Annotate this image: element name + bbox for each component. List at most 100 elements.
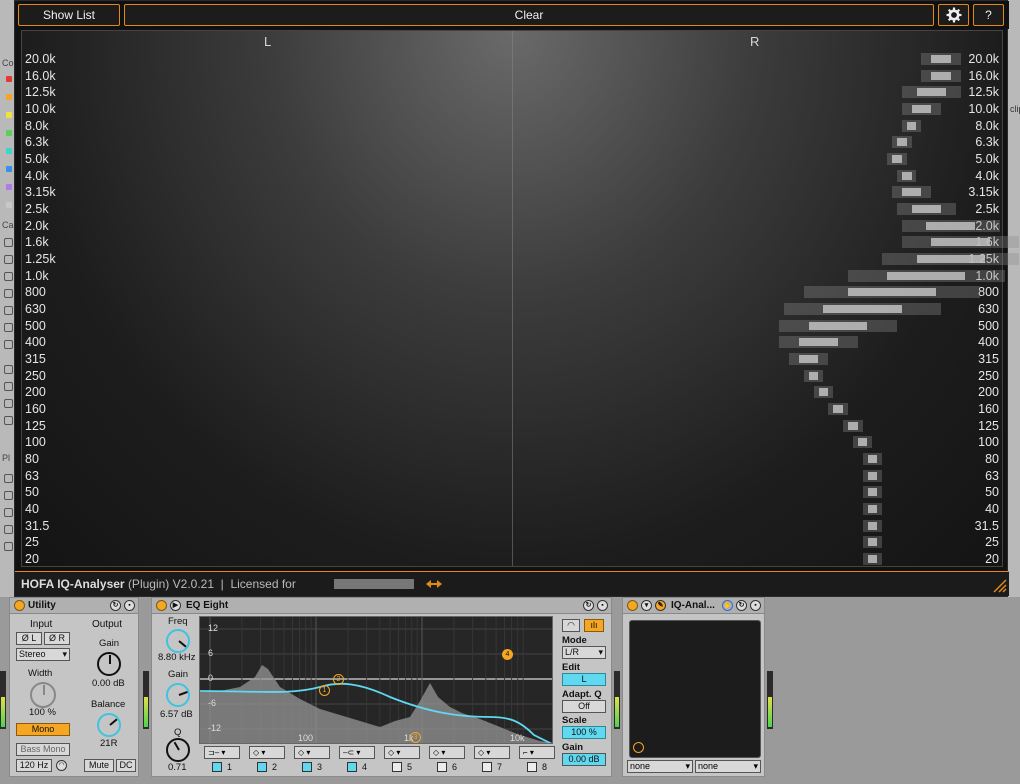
power-icon[interactable] xyxy=(627,600,638,611)
band-filter-select[interactable]: ◇ ▾ xyxy=(249,746,285,759)
save-icon[interactable]: ▪ xyxy=(124,600,135,611)
color-dot[interactable] xyxy=(6,112,12,118)
band-toggle[interactable] xyxy=(212,762,222,772)
mode-select[interactable]: L/R ▾ xyxy=(562,646,606,659)
clock-icon[interactable] xyxy=(4,272,13,281)
color-dot[interactable] xyxy=(6,130,12,136)
width-knob[interactable] xyxy=(30,682,56,708)
sidechain-select-1[interactable]: none ▾ xyxy=(627,760,693,773)
hot-swap-icon[interactable]: ↻ xyxy=(110,600,121,611)
hot-swap-icon[interactable]: ↻ xyxy=(736,600,747,611)
phase-left-button[interactable]: Ø L xyxy=(16,632,42,645)
plug-icon[interactable] xyxy=(4,323,13,332)
spectrum-bar-spread xyxy=(843,419,863,432)
speaker-icon[interactable] xyxy=(4,399,13,408)
q-knob[interactable] xyxy=(166,738,190,762)
chevron-down-icon[interactable]: ▾ xyxy=(641,600,652,611)
eq-graph[interactable]: 12 6 0 -6 -12 100 1k 10k 1 2 3 4 xyxy=(199,616,553,744)
save-icon[interactable]: ▪ xyxy=(597,600,608,611)
adapt-q-toggle[interactable]: Off xyxy=(562,700,606,713)
eq-band-node[interactable]: 2 xyxy=(333,674,344,685)
band-toggle[interactable] xyxy=(527,762,537,772)
mode-value: L/R xyxy=(565,647,580,657)
eq-gain-knob[interactable] xyxy=(166,683,190,707)
output-gain-value[interactable]: 0.00 dB xyxy=(562,753,606,766)
box-icon[interactable] xyxy=(4,365,13,374)
folder-icon[interactable] xyxy=(4,525,13,534)
spectrum-display[interactable]: L R 20.0k 20.0k 16.0k 16.0k 12.5k 12.5k 10.0k 1… xyxy=(21,30,1020,567)
band-toggle[interactable] xyxy=(392,762,402,772)
mute-button[interactable]: Mute xyxy=(84,759,114,772)
folder-icon[interactable] xyxy=(4,491,13,500)
help-button[interactable]: ? xyxy=(973,4,1004,26)
folder-icon[interactable] xyxy=(4,474,13,483)
sidechain-select-2[interactable]: none ▾ xyxy=(695,760,761,773)
color-dot[interactable] xyxy=(6,148,12,154)
band-toggle[interactable] xyxy=(482,762,492,772)
list-icon[interactable] xyxy=(4,416,13,425)
color-dot[interactable] xyxy=(6,94,12,100)
balance-knob[interactable] xyxy=(97,713,121,737)
wrench-icon[interactable]: ✎ xyxy=(655,600,666,611)
bass-mono-freq[interactable]: 120 Hz xyxy=(16,759,52,772)
band-filter-select[interactable]: ◇ ▾ xyxy=(294,746,330,759)
color-dot[interactable] xyxy=(6,202,12,208)
play-icon[interactable]: ▶ xyxy=(170,600,181,611)
band-toggle[interactable] xyxy=(257,762,267,772)
freq-label-left: 2.5k xyxy=(25,202,49,217)
folder-icon[interactable] xyxy=(4,542,13,551)
note-icon[interactable] xyxy=(4,238,13,247)
mono-button[interactable]: Mono xyxy=(16,723,70,736)
hand-icon[interactable]: ✋ xyxy=(722,600,733,611)
band-toggle[interactable] xyxy=(347,762,357,772)
band-filter-select[interactable]: ◇ ▾ xyxy=(474,746,510,759)
band-number: 2 xyxy=(272,762,278,772)
eq-band-node[interactable]: 4 xyxy=(502,649,513,660)
freq-label-right: 20 xyxy=(985,552,999,567)
band-toggle[interactable] xyxy=(437,762,447,772)
band-filter-select[interactable]: ◇ ▾ xyxy=(384,746,420,759)
folder-icon[interactable] xyxy=(4,508,13,517)
dc-button[interactable]: DC xyxy=(116,759,136,772)
hot-swap-icon[interactable]: ↻ xyxy=(583,600,594,611)
channel-mode-select[interactable]: Stereo ▾ xyxy=(16,648,70,661)
spectrum-toggle[interactable]: ılı xyxy=(584,619,604,632)
band-filter-select[interactable]: –⊂ ▾ xyxy=(339,746,375,759)
band-number: 3 xyxy=(317,762,323,772)
headphone-toggle[interactable]: ◠ xyxy=(562,619,580,632)
plugin-preview[interactable] xyxy=(629,620,761,758)
clip-icon[interactable] xyxy=(4,340,13,349)
freq-label-right: 125 xyxy=(978,418,999,433)
clear-button[interactable]: Clear xyxy=(124,4,934,26)
band-filter-select[interactable]: ◇ ▾ xyxy=(429,746,465,759)
show-list-button[interactable]: Show List xyxy=(18,4,120,26)
freq-knob[interactable] xyxy=(166,629,190,653)
color-dot[interactable] xyxy=(6,184,12,190)
eq-band-node[interactable]: 3 xyxy=(410,732,421,743)
settings-button[interactable] xyxy=(938,4,969,26)
eq-meter xyxy=(614,671,620,729)
host-left-strip: Co Ca Pl xyxy=(0,0,14,600)
plugin-icon[interactable] xyxy=(4,289,13,298)
band-toggle[interactable] xyxy=(302,762,312,772)
power-icon[interactable] xyxy=(14,600,25,611)
power-icon[interactable] xyxy=(156,600,167,611)
band-filter-select[interactable]: ⌐ ▾ xyxy=(519,746,555,759)
resize-grip-icon[interactable] xyxy=(991,577,1007,593)
scale-value[interactable]: 100 % xyxy=(562,726,606,739)
eq-curve-svg[interactable] xyxy=(200,617,553,744)
gain-knob[interactable] xyxy=(97,652,121,676)
phase-right-button[interactable]: Ø R xyxy=(44,632,70,645)
wave-icon[interactable] xyxy=(4,382,13,391)
grid-icon[interactable] xyxy=(4,255,13,264)
bass-mono-button[interactable]: Bass Mono xyxy=(16,743,70,756)
band-filter-select[interactable]: ⊐– ▾ xyxy=(204,746,240,759)
device-icon[interactable] xyxy=(4,306,13,315)
save-icon[interactable]: ▪ xyxy=(750,600,761,611)
headphone-icon[interactable]: ◠ xyxy=(56,760,67,771)
color-dot[interactable] xyxy=(6,166,12,172)
color-dot[interactable] xyxy=(6,76,12,82)
eq-band-node[interactable]: 1 xyxy=(319,685,330,696)
edit-channel-button[interactable]: L xyxy=(562,673,606,686)
double-arrow-icon[interactable] xyxy=(425,579,443,589)
